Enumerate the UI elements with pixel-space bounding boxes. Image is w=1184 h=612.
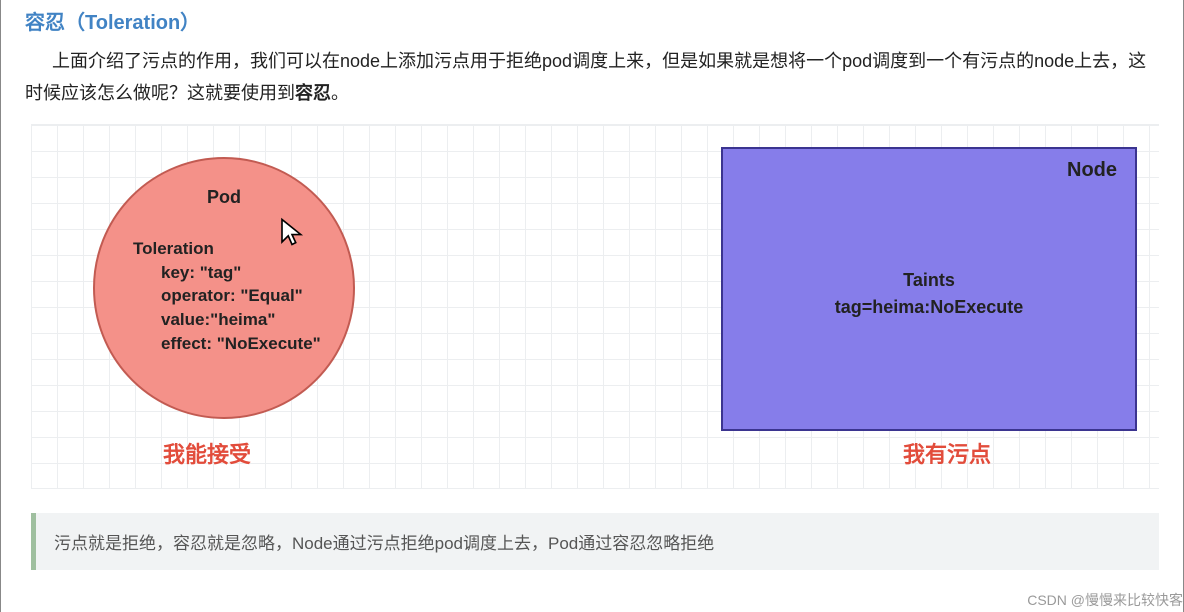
pod-kv-effect: effect: "NoExecute" — [133, 332, 321, 356]
cursor-icon — [277, 217, 307, 247]
pod-kv-operator: operator: "Equal" — [133, 284, 321, 308]
pod-shape: Pod Toleration key: "tag" operator: "Equ… — [93, 157, 355, 419]
summary-quote: 污点就是拒绝，容忍就是忽略，Node通过污点拒绝pod调度上去，Pod通过容忍忽… — [31, 513, 1159, 570]
intro-bold: 容忍 — [295, 83, 331, 103]
pod-kv-value: value:"heima" — [133, 308, 321, 332]
intro-text-1: 上面介绍了污点的作用，我们可以在node上添加污点用于拒绝pod调度上来，但是如… — [25, 51, 1146, 103]
intro-paragraph: 上面介绍了污点的作用，我们可以在node上添加污点用于拒绝pod调度上来，但是如… — [1, 45, 1183, 118]
node-taints-block: Taints tag=heima:NoExecute — [835, 267, 1024, 321]
diagram-canvas: Pod Toleration key: "tag" operator: "Equ… — [31, 124, 1159, 489]
caption-pod: 我能接受 — [163, 437, 251, 469]
node-section-label: Taints — [835, 267, 1024, 294]
watermark: CSDN @慢慢来比较快客 — [1027, 590, 1183, 610]
pod-kv-key: key: "tag" — [133, 261, 321, 285]
page-title: 容忍（Toleration） — [1, 0, 1183, 45]
caption-node: 我有污点 — [903, 437, 991, 469]
intro-text-2: 。 — [331, 83, 349, 103]
pod-title: Pod — [207, 187, 241, 208]
pod-toleration-block: Toleration key: "tag" operator: "Equal" … — [133, 237, 321, 356]
node-taint-line: tag=heima:NoExecute — [835, 294, 1024, 321]
node-shape: Node Taints tag=heima:NoExecute — [721, 147, 1137, 431]
node-title: Node — [1067, 159, 1117, 182]
